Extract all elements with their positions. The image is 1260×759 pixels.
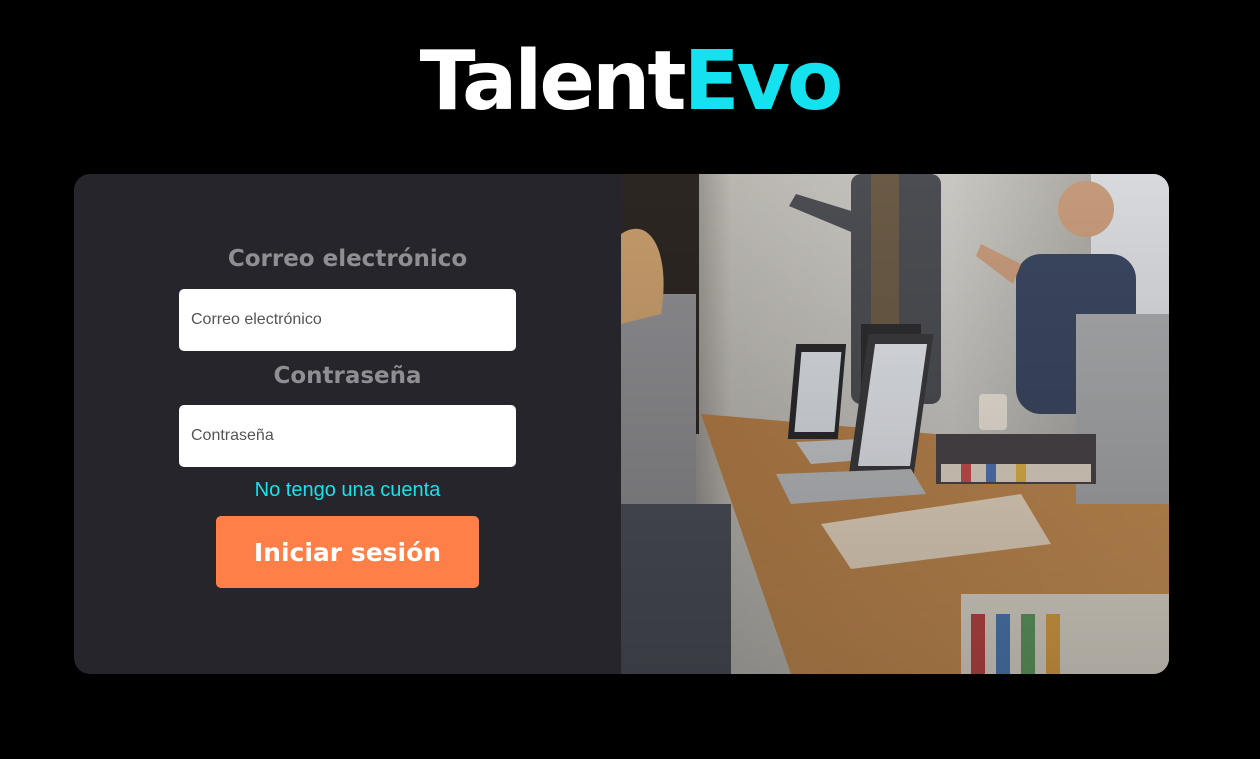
email-field[interactable] bbox=[179, 289, 516, 351]
brand-logo-part2: Evo bbox=[683, 34, 844, 129]
login-card: Correo electrónico Contraseña No tengo u… bbox=[74, 174, 1169, 674]
register-link[interactable]: No tengo una cuenta bbox=[74, 479, 621, 502]
login-form: Correo electrónico Contraseña No tengo u… bbox=[74, 174, 621, 674]
login-page: TalentEvo Correo electrónico Contraseña … bbox=[0, 0, 1260, 759]
office-meeting-illustration bbox=[621, 174, 1169, 674]
brand-logo-part1: Talent bbox=[419, 34, 687, 129]
brand-logo: TalentEvo bbox=[0, 32, 1260, 132]
login-button[interactable]: Iniciar sesión bbox=[216, 516, 479, 588]
password-label: Contraseña bbox=[273, 363, 422, 389]
password-field[interactable] bbox=[179, 405, 516, 467]
office-meeting-photo bbox=[621, 174, 1169, 674]
email-label: Correo electrónico bbox=[227, 246, 468, 272]
